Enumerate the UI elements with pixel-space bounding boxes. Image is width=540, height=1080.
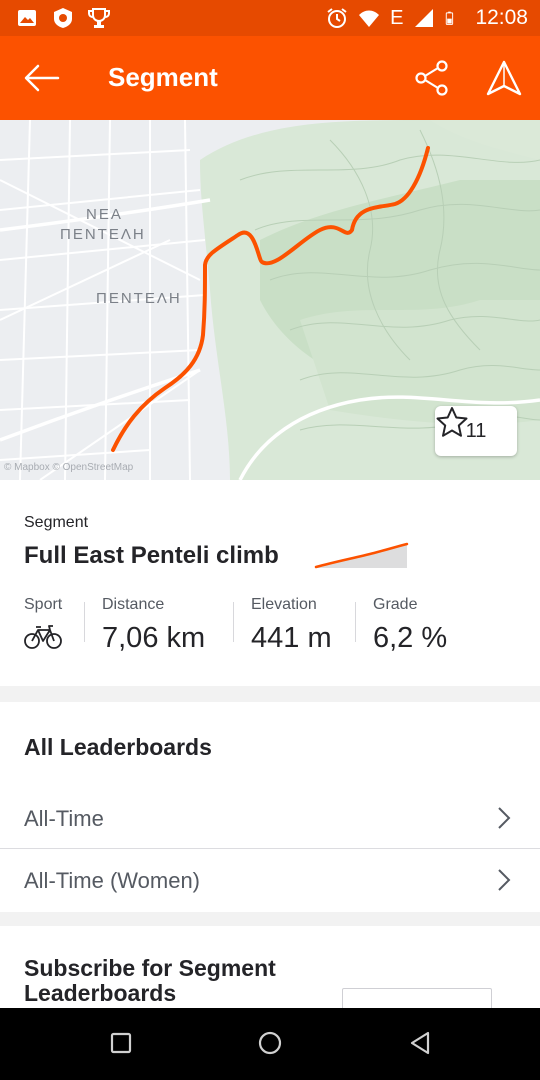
share-icon[interactable] (412, 58, 452, 98)
wifi-icon (359, 10, 380, 27)
row-divider (0, 848, 540, 849)
stat-sport: Sport (24, 596, 62, 655)
leaderboards-card: All Leaderboards All-Time All-Time (Wome… (0, 702, 540, 912)
stat-label: Grade (373, 596, 418, 613)
segment-kicker: Segment (24, 514, 89, 531)
stat-value: 441 m (251, 622, 332, 654)
system-nav-bar (0, 1008, 540, 1080)
stat-label: Sport (24, 596, 63, 613)
back-nav-icon[interactable] (408, 1031, 432, 1055)
stat-elevation: Elevation 441 m (251, 596, 332, 655)
star-icon (436, 407, 468, 437)
segment-summary-card: Segment Full East Penteli climb Sport Di… (0, 480, 540, 686)
page-title: Segment (108, 62, 218, 92)
leaderboard-row-all-time[interactable]: All-Time (0, 788, 540, 848)
segment-name: Full East Penteli climb (24, 542, 279, 569)
arrow-left-icon[interactable] (22, 60, 62, 96)
battery-icon (446, 11, 454, 25)
leaderboard-row-label: All-Time (24, 806, 104, 831)
stat-distance: Distance 7,06 km (102, 596, 205, 655)
clock: 12:08 (475, 6, 528, 29)
leaderboard-row-all-time-women[interactable]: All-Time (Women) (0, 850, 540, 910)
leaderboard-row-label: All-Time (Women) (24, 868, 201, 893)
recents-icon[interactable] (110, 1032, 132, 1054)
network-type: E (390, 6, 404, 29)
gallery-icon (18, 10, 36, 26)
signal-icon (415, 9, 434, 27)
map-label-penteli: ΠΕΝΤΕΛΗ (96, 290, 182, 307)
stat-value: 6,2 % (373, 622, 448, 654)
alarm-icon (327, 8, 347, 28)
stat-label: Distance (102, 596, 165, 613)
stat-divider (355, 602, 356, 642)
segment-map[interactable]: ΝΕΑ ΠΕΝΤΕΛΗ ΠΕΝΤΕΛΗ © Mapbox © OpenStree… (0, 120, 540, 480)
trophy-icon (88, 8, 110, 28)
stat-value: 7,06 km (102, 622, 206, 654)
home-icon[interactable] (258, 1031, 282, 1055)
stat-divider (233, 602, 234, 642)
bike-icon (24, 625, 62, 649)
subscribe-preview-box[interactable] (342, 988, 492, 1008)
leaderboards-title: All Leaderboards (24, 734, 212, 760)
stat-divider (84, 602, 85, 642)
subscribe-title: Subscribe for Segment Leaderboards (24, 955, 276, 1006)
navigate-icon[interactable] (484, 58, 524, 98)
badge-icon (54, 8, 72, 28)
status-bar: E 12:08 (0, 0, 540, 36)
stat-grade: Grade 6,2 % (373, 596, 447, 655)
star-button[interactable]: 11 (435, 406, 517, 456)
map-attribution: © Mapbox © OpenStreetMap (4, 462, 134, 473)
map-label-nea: ΝΕΑ (86, 206, 123, 223)
map-label-penteli-north: ΠΕΝΤΕΛΗ (60, 226, 146, 243)
subscribe-card: Subscribe for Segment Leaderboards (0, 926, 540, 1008)
chevron-right-icon (498, 807, 511, 829)
chevron-right-icon (498, 869, 511, 891)
elevation-profile-icon (314, 542, 409, 569)
app-bar: Segment (0, 36, 540, 120)
stat-label: Elevation (251, 596, 317, 613)
